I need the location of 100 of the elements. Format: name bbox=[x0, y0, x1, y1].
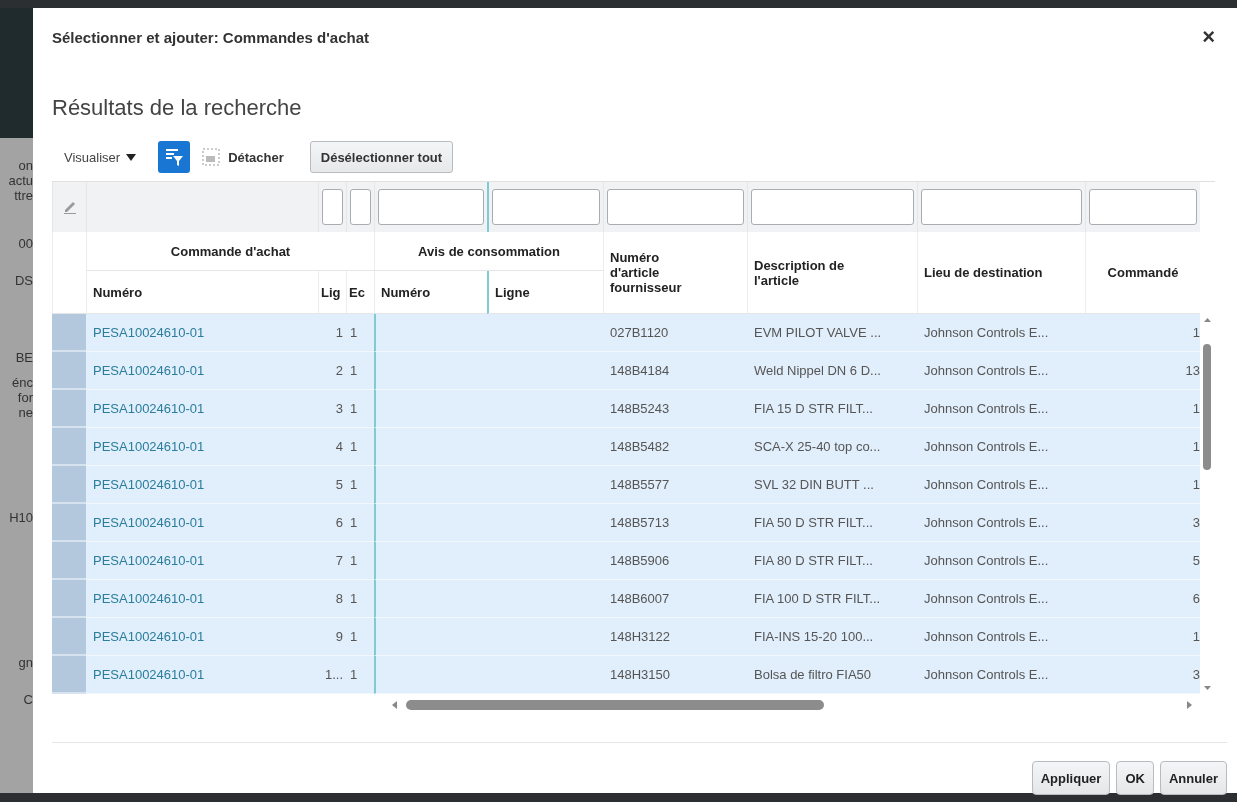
filter-field[interactable] bbox=[378, 189, 484, 225]
table-cell: 1 bbox=[346, 428, 374, 466]
table-cell: Johnson Controls E... bbox=[917, 504, 1085, 542]
close-button[interactable]: × bbox=[1202, 26, 1215, 48]
column-header[interactable]: Ligne bbox=[487, 271, 603, 314]
table-cell: 1 bbox=[318, 314, 346, 352]
dialog-title: Sélectionner et ajouter: Commandes d'achat bbox=[52, 28, 369, 46]
column-header[interactable]: Numéro bbox=[86, 271, 318, 314]
table-cell: 027B1120 bbox=[603, 314, 747, 352]
row-selector[interactable] bbox=[52, 466, 86, 504]
column-header[interactable]: Lig bbox=[318, 271, 346, 314]
row-selector[interactable] bbox=[52, 390, 86, 428]
table-cell: 8 bbox=[318, 580, 346, 618]
purchase-order-link[interactable]: PESA10024610-01 bbox=[93, 591, 205, 606]
table-cell: 148B4184 bbox=[603, 352, 747, 390]
table-cell: FIA 80 D STR FILT... bbox=[747, 542, 917, 580]
filter-field[interactable] bbox=[751, 189, 914, 225]
deselect-all-button[interactable]: Désélectionner tout bbox=[309, 141, 454, 173]
table-cell: 2 bbox=[318, 352, 346, 390]
column-header[interactable] bbox=[52, 232, 86, 314]
table-cell: 148B5243 bbox=[603, 390, 747, 428]
table-cell: 148B5482 bbox=[603, 428, 747, 466]
table-cell: FIA 100 D STR FILT... bbox=[747, 580, 917, 618]
table-cell: 7 bbox=[318, 542, 346, 580]
row-selector[interactable] bbox=[52, 428, 86, 466]
purchase-order-link[interactable]: PESA10024610-01 bbox=[93, 515, 205, 530]
table-cell: 1 bbox=[346, 618, 374, 656]
table-cell: 148B6007 bbox=[603, 580, 747, 618]
table-cell: 1 bbox=[1085, 428, 1200, 466]
column-header[interactable]: Ec bbox=[346, 271, 374, 314]
caret-icon bbox=[126, 153, 137, 161]
background-page-text: ttre bbox=[14, 188, 33, 203]
background-page-text: gn bbox=[18, 655, 33, 670]
column-header[interactable]: Commandé bbox=[1085, 232, 1200, 314]
dialog-button[interactable]: Appliquer bbox=[1031, 761, 1111, 795]
table-cell: 1 bbox=[346, 390, 374, 428]
view-menu[interactable]: Visualiser bbox=[64, 149, 137, 165]
purchase-order-link[interactable]: PESA10024610-01 bbox=[93, 325, 205, 340]
background-page-text: DS bbox=[14, 273, 33, 288]
purchase-order-link[interactable]: PESA10024610-01 bbox=[93, 439, 205, 454]
dialog-button[interactable]: Annuler bbox=[1159, 761, 1227, 795]
filter-field[interactable] bbox=[607, 189, 744, 225]
background-page-text: énc bbox=[12, 375, 33, 390]
table-cell: EVM PILOT VALVE ... bbox=[747, 314, 917, 352]
purchase-order-link[interactable]: PESA10024610-01 bbox=[93, 477, 205, 492]
table-cell: 3 bbox=[1085, 656, 1200, 694]
table-cell: 148B5713 bbox=[603, 504, 747, 542]
filter-icon bbox=[165, 148, 184, 166]
row-selector[interactable] bbox=[52, 618, 86, 656]
row-selector[interactable] bbox=[52, 504, 86, 542]
purchase-order-link[interactable]: PESA10024610-01 bbox=[93, 667, 205, 682]
table-cell: FIA 50 D STR FILT... bbox=[747, 504, 917, 542]
table-cell: 1 bbox=[1085, 466, 1200, 504]
table-cell: Johnson Controls E... bbox=[917, 390, 1085, 428]
table-cell: 6 bbox=[1085, 580, 1200, 618]
table-cell: 3 bbox=[318, 390, 346, 428]
detach-button[interactable]: Détacher bbox=[202, 148, 284, 166]
table-cell: Johnson Controls E... bbox=[917, 618, 1085, 656]
purchase-order-link[interactable]: PESA10024610-01 bbox=[93, 553, 205, 568]
table-cell: 1 bbox=[346, 466, 374, 504]
pencil-icon[interactable] bbox=[61, 199, 78, 215]
column-header[interactable]: Description de l'article bbox=[747, 232, 917, 314]
table-cell: 1 bbox=[346, 580, 374, 618]
table-cell: 1... bbox=[318, 656, 346, 694]
table-cell: FIA-INS 15-20 100... bbox=[747, 618, 917, 656]
purchase-order-link[interactable]: PESA10024610-01 bbox=[93, 401, 205, 416]
column-header[interactable]: Numéro d'article fournisseur bbox=[603, 232, 747, 314]
filter-field[interactable] bbox=[1089, 189, 1197, 225]
filter-field[interactable] bbox=[921, 189, 1082, 225]
column-header[interactable]: Commande d'achat bbox=[86, 232, 374, 271]
detach-icon bbox=[202, 148, 221, 166]
table-cell: Johnson Controls E... bbox=[917, 352, 1085, 390]
column-header[interactable]: Avis de consommation bbox=[374, 232, 603, 271]
row-selector[interactable] bbox=[52, 580, 86, 618]
background-page-text: C bbox=[23, 692, 33, 707]
table-cell: 3 bbox=[1085, 504, 1200, 542]
table-cell: 1 bbox=[346, 504, 374, 542]
table-cell: SCA-X 25-40 top co... bbox=[747, 428, 917, 466]
column-header[interactable]: Lieu de destination bbox=[917, 232, 1085, 314]
background-page-text: for bbox=[17, 390, 33, 405]
table-cell: Bolsa de filtro FIA50 bbox=[747, 656, 917, 694]
table-cell: 1 bbox=[1085, 618, 1200, 656]
table-cell: FIA 15 D STR FILT... bbox=[747, 390, 917, 428]
table-cell: Johnson Controls E... bbox=[917, 656, 1085, 694]
row-selector[interactable] bbox=[52, 352, 86, 390]
column-header[interactable]: Numéro bbox=[374, 271, 487, 314]
filter-field[interactable] bbox=[322, 189, 343, 225]
filter-field[interactable] bbox=[492, 189, 600, 225]
table-cell: Johnson Controls E... bbox=[917, 314, 1085, 352]
row-selector[interactable] bbox=[52, 314, 86, 352]
row-selector[interactable] bbox=[52, 656, 86, 694]
table-cell: 148B5906 bbox=[603, 542, 747, 580]
purchase-order-link[interactable]: PESA10024610-01 bbox=[93, 363, 205, 378]
dialog-button[interactable]: OK bbox=[1116, 761, 1154, 795]
row-selector[interactable] bbox=[52, 542, 86, 580]
table-cell: 5 bbox=[318, 466, 346, 504]
purchase-order-link[interactable]: PESA10024610-01 bbox=[93, 629, 205, 644]
filter-field[interactable] bbox=[350, 189, 371, 225]
filter-toggle-button[interactable] bbox=[158, 141, 191, 173]
table-cell: 5 bbox=[1085, 542, 1200, 580]
